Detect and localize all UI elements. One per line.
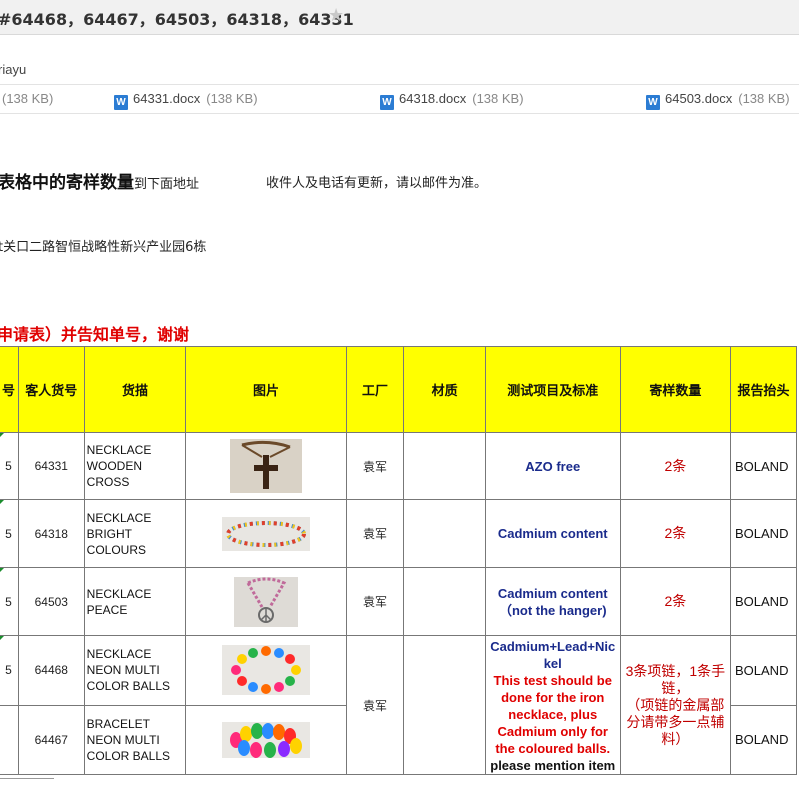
table-row: 5 64318 NECKLACE BRIGHT COLOURS 袁军 Cadmium… (0, 499, 797, 568)
col-header-report: 报告抬头 (730, 346, 797, 433)
neon-balls-necklace-image (222, 645, 311, 696)
body-red-instruction: 申请表）并告知单号，谢谢 (0, 325, 190, 344)
table-row: 5 64331 NECKLACE WOODEN CROSS 袁军 AZO free … (0, 432, 797, 500)
col-header-material: 材质 (403, 346, 486, 433)
attachment-name[interactable]: 64503.docx (665, 91, 732, 106)
cell-qty: 2条 (619, 499, 732, 568)
word-doc-icon: W (114, 95, 128, 110)
cell-item: 64468 (17, 635, 85, 706)
word-doc-icon: W (646, 95, 660, 110)
cell-factory: 袁军 (345, 499, 405, 568)
star-icon[interactable]: ★ (328, 5, 344, 26)
cell-qty: 2条 (619, 432, 732, 500)
sample-table: 号 客人货号 货描 图片 工厂 材质 测试项目及标准 寄样数量 报告抬头 5 6… (0, 346, 797, 775)
cell-no: 5 (0, 499, 19, 568)
cell-image (185, 635, 347, 706)
col-header-item: 客人货号 (17, 346, 85, 433)
cell-material (403, 432, 486, 500)
divider (0, 778, 54, 779)
col-header-qty: 寄样数量 (619, 346, 732, 433)
cell-qty-merged: 3条项链，1条手 链， （项链的金属部 分请带多一点辅 料） (619, 635, 732, 775)
cell-test-merged: Cadmium+Lead+Nic kel This test should be… (484, 635, 621, 775)
attachment-item[interactable]: W 64331.docx (138 KB) (114, 91, 258, 110)
cell-material (403, 499, 486, 568)
cell-factory: 袁军 (345, 432, 405, 500)
cell-no: 5 (0, 635, 19, 706)
col-header-test: 测试项目及标准 (484, 346, 621, 433)
cell-test: Cadmium content (484, 499, 621, 568)
table-row: 5 64468 NECKLACE NEON MULTI COLOR BALLS 袁军… (0, 635, 797, 775)
cell-material-merged (403, 635, 486, 775)
attachment-name[interactable]: 64318.docx (399, 91, 466, 106)
cell-report: BOLAND (730, 635, 797, 706)
attachment-item[interactable]: W 64318.docx (138 KB) (380, 91, 524, 110)
neon-balls-bracelet-image (222, 721, 311, 758)
body-line-1-note: 收件人及电话有更新，请以邮件为准。 (266, 176, 488, 191)
cell-desc: NECKLACE WOODEN CROSS (83, 432, 187, 500)
table-header-row: 号 客人货号 货描 图片 工厂 材质 测试项目及标准 寄样数量 报告抬头 (0, 346, 797, 433)
cell-item: 64331 (17, 432, 85, 500)
table-row: 5 64503 NECKLACE PEACE 袁军 Cadmium content… (0, 567, 797, 636)
col-header-factory: 工厂 (345, 346, 405, 433)
cell-item: 64318 (17, 499, 85, 568)
cell-desc: NECKLACE PEACE (83, 567, 187, 636)
cell-image (185, 432, 347, 500)
attachment-item[interactable]: W 64503.docx (138 KB) (646, 91, 790, 110)
col-header-desc: 货描 (83, 346, 187, 433)
cell-desc: BRACELET NEON MULTI COLOR BALLS (83, 704, 187, 775)
cell-desc: NECKLACE NEON MULTI COLOR BALLS (83, 635, 187, 706)
email-subject: #64468，64467，64503，64318，64331 (0, 10, 354, 29)
bright-colours-necklace-image (222, 516, 311, 551)
cell-report: BOLAND (730, 432, 797, 500)
cell-report: BOLAND (730, 704, 797, 775)
col-header-no: 号 (0, 346, 19, 433)
cell-image (185, 567, 347, 636)
cell-report: BOLAND (730, 499, 797, 568)
cell-image (185, 704, 347, 775)
cell-factory: 袁军 (345, 567, 405, 636)
attachment-bar: (138 KB) W 64331.docx (138 KB) W 64318.docx… (0, 84, 799, 114)
attachment-name[interactable]: 64331.docx (133, 91, 200, 106)
cell-report: BOLAND (730, 567, 797, 636)
wooden-cross-necklace-image (230, 439, 303, 493)
col-header-image: 图片 (185, 346, 347, 433)
cell-desc: NECKLACE BRIGHT COLOURS (83, 499, 187, 568)
cell-no: 5 (0, 567, 19, 636)
cell-item: 64467 (17, 704, 85, 775)
word-doc-icon: W (380, 95, 394, 110)
attachment-item[interactable]: (138 KB) (2, 91, 53, 106)
sender-name: riayu (0, 62, 27, 77)
cell-no (0, 704, 19, 775)
cell-item: 64503 (17, 567, 85, 636)
body-line-1: 表格中的寄样数量到下面地址 (0, 173, 200, 193)
cell-material (403, 567, 486, 636)
cell-qty: 2条 (619, 567, 732, 636)
cell-test: Cadmium content （not the hanger) (484, 567, 621, 636)
peace-necklace-image (234, 576, 299, 627)
cell-test: AZO free (484, 432, 621, 500)
email-header-bar: #64468，64467，64503，64318，64331 ★ (0, 0, 799, 35)
cell-no: 5 (0, 432, 19, 500)
cell-factory-merged: 袁军 (345, 635, 405, 775)
body-line-2: ] (0, 214, 1, 229)
cell-image (185, 499, 347, 568)
body-address-line: t关口二路智恒战略性新兴产业园6栋 (0, 240, 207, 255)
